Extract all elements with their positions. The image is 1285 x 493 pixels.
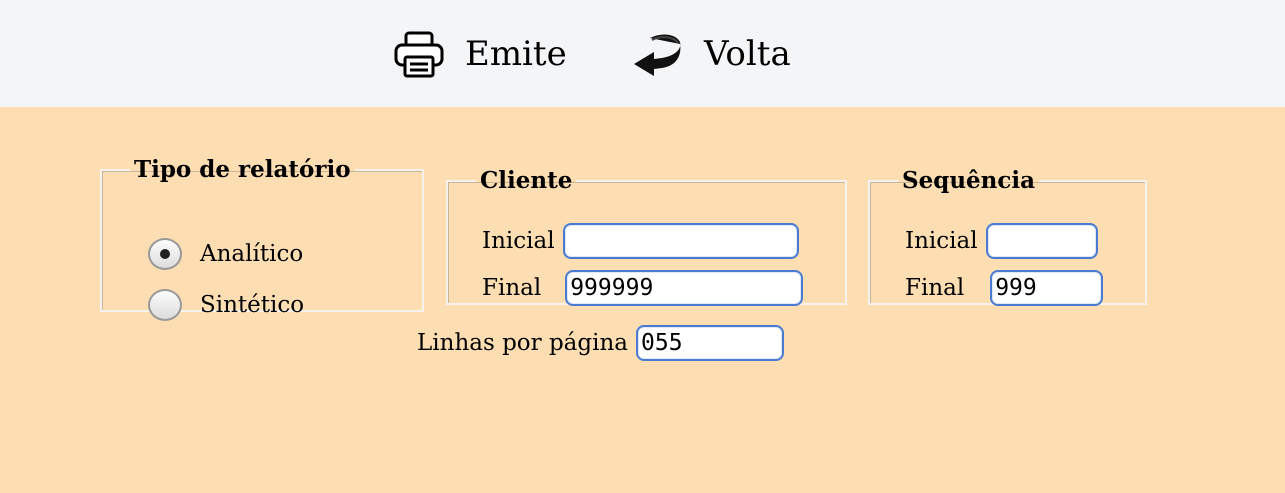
cliente-final-row: Final 999999: [482, 270, 804, 306]
tipo-relatorio-group: Tipo de relatório Analítico Sintético: [100, 156, 424, 321]
cliente-inicial-input[interactable]: [562, 223, 799, 259]
toolbar: Emite Volta: [0, 0, 1285, 107]
sequencia-inicial-input[interactable]: [985, 223, 1098, 259]
tipo-relatorio-legend: Tipo de relatório: [134, 156, 351, 183]
printer-icon: [393, 30, 445, 78]
radio-analitico[interactable]: Analítico: [148, 238, 303, 270]
sequencia-legend: Sequência: [902, 167, 1036, 194]
sequencia-final-row: Final 999: [905, 270, 1104, 306]
cliente-group: Cliente Inicial Final 999999: [446, 167, 847, 306]
cliente-inicial-label: Inicial: [482, 228, 555, 254]
cliente-inicial-row: Inicial: [482, 223, 799, 259]
radio-button-icon[interactable]: [148, 289, 182, 321]
sequencia-inicial-row: Inicial: [905, 223, 1098, 259]
sequencia-final-label: Final: [905, 275, 965, 301]
radio-sintetico-label: Sintético: [200, 292, 305, 318]
linhas-por-pagina-label: Linhas por página: [417, 330, 628, 356]
emite-button[interactable]: Emite: [393, 28, 567, 80]
volta-label: Volta: [704, 34, 791, 74]
emite-label: Emite: [465, 34, 567, 74]
linhas-por-pagina-row: Linhas por página 055: [417, 325, 784, 361]
radio-sintetico[interactable]: Sintético: [148, 289, 304, 321]
volta-button[interactable]: Volta: [630, 28, 791, 80]
cliente-final-input[interactable]: 999999: [565, 270, 804, 306]
sequencia-group: Sequência Inicial Final 999: [868, 167, 1147, 306]
radio-button-icon[interactable]: [148, 238, 182, 270]
cliente-legend: Cliente: [480, 167, 573, 194]
cliente-final-label: Final: [482, 275, 542, 301]
sequencia-inicial-label: Inicial: [905, 228, 978, 254]
sequencia-final-input[interactable]: 999: [990, 270, 1104, 306]
return-arrow-icon: [630, 30, 682, 78]
radio-analitico-label: Analítico: [200, 241, 304, 267]
linhas-por-pagina-input[interactable]: 055: [636, 325, 784, 361]
report-form: Tipo de relatório Analítico Sintético Cl…: [0, 107, 1285, 493]
